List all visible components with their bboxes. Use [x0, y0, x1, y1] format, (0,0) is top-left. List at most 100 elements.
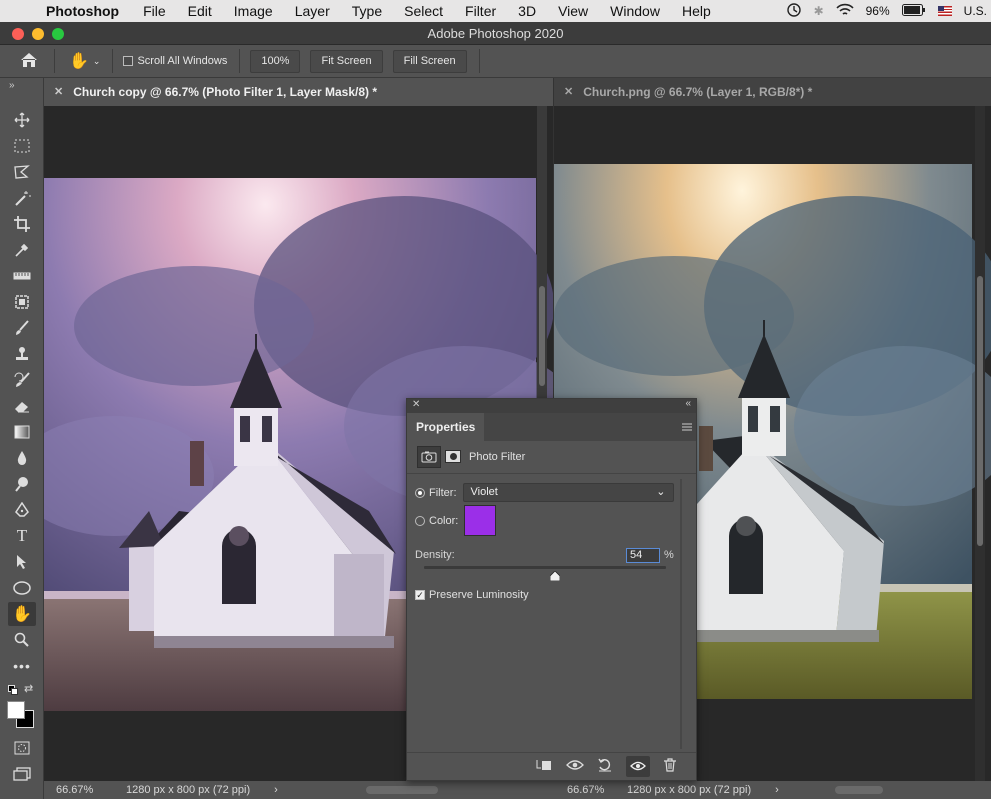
close-tab-icon[interactable]: ✕	[564, 78, 573, 106]
menu-app-name[interactable]: Photoshop	[40, 3, 132, 19]
input-source[interactable]: U.S.	[964, 4, 987, 18]
gradient-tool-icon[interactable]	[8, 420, 36, 444]
marquee-tool-icon[interactable]	[8, 134, 36, 158]
close-panel-icon[interactable]: ✕	[412, 399, 420, 410]
brush-tool-icon[interactable]	[8, 316, 36, 340]
menu-file[interactable]: File	[132, 3, 177, 19]
scroll-thumb[interactable]	[539, 286, 545, 386]
preserve-luminosity-checkbox[interactable]: ✓	[415, 590, 425, 600]
eraser-tool-icon[interactable]	[8, 394, 36, 418]
zoom-tool-icon[interactable]	[8, 628, 36, 652]
panel-footer	[407, 752, 696, 780]
clone-stamp-tool-icon[interactable]	[8, 342, 36, 366]
menu-type[interactable]: Type	[341, 3, 393, 19]
menu-window[interactable]: Window	[599, 3, 671, 19]
toggle-visibility-icon[interactable]	[626, 756, 650, 777]
filter-select[interactable]: Violet ⌄	[462, 483, 674, 502]
tab-properties[interactable]: Properties	[407, 413, 485, 441]
history-brush-tool-icon[interactable]	[8, 368, 36, 392]
default-colors-icon[interactable]	[8, 684, 18, 698]
type-tool-icon[interactable]: T	[8, 524, 36, 548]
chevron-right-icon[interactable]: ›	[274, 784, 278, 796]
tab-church-copy[interactable]: ✕ Church copy @ 66.7% (Photo Filter 1, L…	[44, 78, 388, 106]
quick-mask-icon[interactable]	[8, 736, 36, 760]
filter-color-swatch[interactable]	[464, 505, 497, 536]
menu-layer[interactable]: Layer	[284, 3, 341, 19]
status-bar-right: 66.67% 1280 px x 800 px (72 ppi) ›	[553, 781, 991, 799]
filter-row: Filter: Violet ⌄	[415, 483, 674, 502]
dodge-tool-icon[interactable]	[8, 472, 36, 496]
menu-select[interactable]: Select	[393, 3, 454, 19]
menu-edit[interactable]: Edit	[177, 3, 223, 19]
zoom-readout[interactable]: 66.67%	[56, 784, 116, 796]
zoom-window-button[interactable]	[52, 28, 64, 40]
ruler-tool-icon[interactable]	[8, 264, 36, 288]
scroll-all-windows-label: Scroll All Windows	[137, 55, 228, 67]
properties-panel: ✕ « Properties Photo Filter Filter: Viol…	[406, 398, 697, 781]
filter-label: Filter:	[429, 486, 457, 499]
pen-tool-icon[interactable]	[8, 498, 36, 522]
color-radio[interactable]	[415, 515, 425, 526]
filter-radio[interactable]	[415, 487, 425, 498]
chevron-down-icon[interactable]: ⌄	[93, 56, 101, 67]
tools-panel: » T ✋ ••• ⇄	[0, 78, 44, 799]
layer-mask-icon[interactable]	[445, 450, 461, 463]
preserve-luminosity-label: Preserve Luminosity	[429, 589, 529, 601]
screen-mode-icon[interactable]	[8, 762, 36, 786]
horizontal-scroll-thumb[interactable]	[834, 786, 883, 794]
clip-to-layer-icon[interactable]	[536, 759, 552, 774]
collapse-panel-icon[interactable]: «	[685, 398, 691, 409]
battery-icon[interactable]	[901, 3, 926, 19]
fill-screen-button[interactable]: Fill Screen	[392, 49, 467, 73]
flag-icon[interactable]	[937, 6, 952, 16]
panel-header[interactable]: ✕ «	[407, 398, 696, 413]
zoom-100-button[interactable]: 100%	[250, 49, 301, 73]
magic-wand-tool-icon[interactable]	[8, 186, 36, 210]
menu-image[interactable]: Image	[223, 3, 284, 19]
filter-value: Violet	[470, 486, 498, 498]
path-selection-tool-icon[interactable]	[8, 550, 36, 574]
panel-scrollbar[interactable]	[680, 479, 682, 749]
chevron-right-icon[interactable]: ›	[775, 784, 779, 796]
horizontal-scroll-thumb[interactable]	[365, 786, 438, 794]
close-tab-icon[interactable]: ✕	[54, 78, 63, 106]
eyedropper-tool-icon[interactable]	[8, 238, 36, 262]
move-tool-icon[interactable]	[8, 108, 36, 132]
fit-screen-button[interactable]: Fit Screen	[310, 49, 383, 73]
photo-filter-icon[interactable]	[417, 446, 441, 468]
scroll-thumb[interactable]	[977, 276, 983, 546]
more-tools-icon[interactable]: •••	[8, 654, 36, 678]
blur-tool-icon[interactable]	[8, 446, 36, 470]
density-slider-track[interactable]	[424, 566, 666, 569]
home-icon[interactable]	[20, 52, 38, 71]
view-previous-state-icon[interactable]	[566, 759, 584, 774]
zoom-readout[interactable]: 66.67%	[567, 784, 627, 796]
hand-tool-icon[interactable]: ✋	[69, 51, 89, 71]
close-window-button[interactable]	[12, 28, 24, 40]
swap-colors-icon[interactable]: ⇄	[24, 682, 33, 695]
document-tabbar-left: ✕ Church copy @ 66.7% (Photo Filter 1, L…	[44, 78, 553, 106]
time-machine-icon[interactable]	[786, 2, 802, 21]
menu-3d[interactable]: 3D	[507, 3, 547, 19]
expand-toolbar-icon[interactable]: »	[9, 80, 15, 91]
vertical-scrollbar-right[interactable]	[975, 106, 985, 781]
density-input[interactable]: 54	[626, 548, 660, 563]
scroll-all-windows-checkbox[interactable]	[123, 56, 134, 66]
density-slider-thumb[interactable]	[549, 570, 561, 582]
menu-view[interactable]: View	[547, 3, 599, 19]
bluetooth-icon[interactable]: ✱	[814, 4, 824, 18]
foreground-color-swatch[interactable]	[7, 701, 25, 719]
delete-adjustment-icon[interactable]	[664, 758, 676, 775]
lasso-tool-icon[interactable]	[8, 160, 36, 184]
menu-help[interactable]: Help	[671, 3, 722, 19]
tab-church-png[interactable]: ✕ Church.png @ 66.7% (Layer 1, RGB/8*) *	[554, 78, 822, 106]
healing-brush-tool-icon[interactable]	[8, 290, 36, 314]
hand-tool-icon[interactable]: ✋	[8, 602, 36, 626]
reset-adjustment-icon[interactable]	[598, 758, 612, 775]
minimize-window-button[interactable]	[32, 28, 44, 40]
panel-menu-icon[interactable]	[682, 420, 692, 434]
menu-filter[interactable]: Filter	[454, 3, 507, 19]
ellipse-tool-icon[interactable]	[8, 576, 36, 600]
crop-tool-icon[interactable]	[8, 212, 36, 236]
wifi-icon[interactable]	[836, 3, 854, 20]
